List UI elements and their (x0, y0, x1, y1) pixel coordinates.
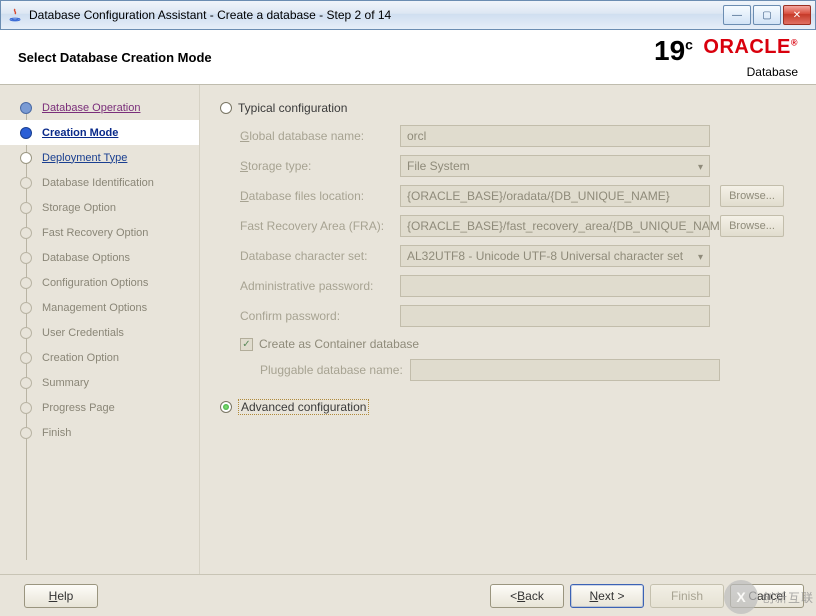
step-label: Progress Page (42, 402, 115, 414)
step-label: Database Operation (42, 102, 140, 114)
step-label: User Credentials (42, 327, 124, 339)
select-storage-type: File System (400, 155, 710, 177)
step-label: Storage Option (42, 202, 116, 214)
step-label: Management Options (42, 302, 147, 314)
label-global-db-name: Global database name: (240, 129, 400, 143)
input-admin-pw (400, 275, 710, 297)
window-title: Database Configuration Assistant - Creat… (29, 8, 723, 22)
sidebar-step-1[interactable]: Creation Mode (0, 120, 199, 145)
select-charset: AL32UTF8 - Unicode UTF-8 Universal chara… (400, 245, 710, 267)
input-fra: {ORACLE_BASE}/fast_recovery_area/{DB_UNI… (400, 215, 710, 237)
java-icon (7, 7, 23, 23)
sidebar-step-10: Creation Option (0, 345, 199, 370)
step-bullet-icon (20, 127, 32, 139)
back-button[interactable]: < Back (490, 584, 564, 608)
step-bullet-icon (20, 402, 32, 414)
checkbox-create-cdb: ✓ Create as Container database (240, 337, 810, 351)
brand-sub: Database (654, 66, 798, 78)
input-global-db-name: orcl (400, 125, 710, 147)
checkbox-icon: ✓ (240, 338, 253, 351)
checkbox-create-cdb-label: Create as Container database (259, 337, 419, 351)
sidebar-step-3: Database Identification (0, 170, 199, 195)
window-buttons: — ▢ ✕ (723, 5, 811, 25)
label-fra: Fast Recovery Area (FRA): (240, 219, 400, 233)
wizard-sidebar: Database Operation Creation Mode Deploymen… (0, 85, 200, 574)
step-bullet-icon (20, 252, 32, 264)
step-label: Fast Recovery Option (42, 227, 148, 239)
sidebar-step-11: Summary (0, 370, 199, 395)
page-title: Select Database Creation Mode (18, 50, 654, 65)
finish-button: Finish (650, 584, 724, 608)
label-charset: Database character set: (240, 249, 400, 263)
sidebar-step-13: Finish (0, 420, 199, 445)
radio-icon (220, 401, 232, 413)
step-bullet-icon (20, 427, 32, 439)
typical-form: Global database name: orcl Storage type:… (240, 125, 810, 381)
window-titlebar: Database Configuration Assistant - Creat… (0, 0, 816, 30)
label-files-location: Database files location: (240, 189, 400, 203)
brand-oracle: ORACLE® (703, 37, 798, 57)
sidebar-step-6: Database Options (0, 245, 199, 270)
step-bullet-icon (20, 152, 32, 164)
sidebar-step-9: User Credentials (0, 320, 199, 345)
brand-logo: 19c ORACLE® Database (654, 37, 798, 78)
close-button[interactable]: ✕ (783, 5, 811, 25)
sidebar-step-7: Configuration Options (0, 270, 199, 295)
step-label: Creation Option (42, 352, 119, 364)
step-bullet-icon (20, 202, 32, 214)
wizard-footer: Help < Back Next > Finish Cancel (0, 574, 816, 616)
sidebar-step-12: Progress Page (0, 395, 199, 420)
browse-files-location: Browse... (720, 185, 784, 207)
step-label: Summary (42, 377, 89, 389)
step-label: Database Identification (42, 177, 154, 189)
step-label: Deployment Type (42, 152, 127, 164)
main-pane: Database Operation Creation Mode Deploymen… (0, 85, 816, 574)
step-bullet-icon (20, 177, 32, 189)
label-pdb-name: Pluggable database name: (260, 363, 410, 377)
radio-advanced-label: Advanced configuration (238, 399, 369, 415)
radio-icon (220, 102, 232, 114)
radio-typical-label: Typical configuration (238, 101, 347, 115)
brand-version: 19c (654, 37, 693, 66)
browse-fra: Browse... (720, 215, 784, 237)
radio-advanced[interactable]: Advanced configuration (220, 399, 810, 415)
step-bullet-icon (20, 377, 32, 389)
help-button[interactable]: Help (24, 584, 98, 608)
input-confirm-pw (400, 305, 710, 327)
step-label: Database Options (42, 252, 130, 264)
sidebar-step-5: Fast Recovery Option (0, 220, 199, 245)
input-pdb-name (410, 359, 720, 381)
step-label: Creation Mode (42, 127, 118, 139)
sidebar-step-0[interactable]: Database Operation (0, 95, 199, 120)
radio-typical[interactable]: Typical configuration (220, 101, 810, 115)
page-header: Select Database Creation Mode 19c ORACLE… (0, 30, 816, 85)
step-bullet-icon (20, 352, 32, 364)
step-bullet-icon (20, 227, 32, 239)
maximize-button[interactable]: ▢ (753, 5, 781, 25)
next-button[interactable]: Next > (570, 584, 644, 608)
step-bullet-icon (20, 327, 32, 339)
step-bullet-icon (20, 302, 32, 314)
cancel-button[interactable]: Cancel (730, 584, 804, 608)
label-admin-pw: Administrative password: (240, 279, 400, 293)
step-bullet-icon (20, 277, 32, 289)
sidebar-step-2[interactable]: Deployment Type (0, 145, 199, 170)
content-pane: Typical configuration Global database na… (200, 85, 816, 574)
minimize-button[interactable]: — (723, 5, 751, 25)
sidebar-step-8: Management Options (0, 295, 199, 320)
sidebar-step-4: Storage Option (0, 195, 199, 220)
label-confirm-pw: Confirm password: (240, 309, 400, 323)
step-bullet-icon (20, 102, 32, 114)
step-label: Configuration Options (42, 277, 148, 289)
label-storage-type: Storage type: (240, 159, 400, 173)
step-label: Finish (42, 427, 71, 439)
input-files-location: {ORACLE_BASE}/oradata/{DB_UNIQUE_NAME} (400, 185, 710, 207)
